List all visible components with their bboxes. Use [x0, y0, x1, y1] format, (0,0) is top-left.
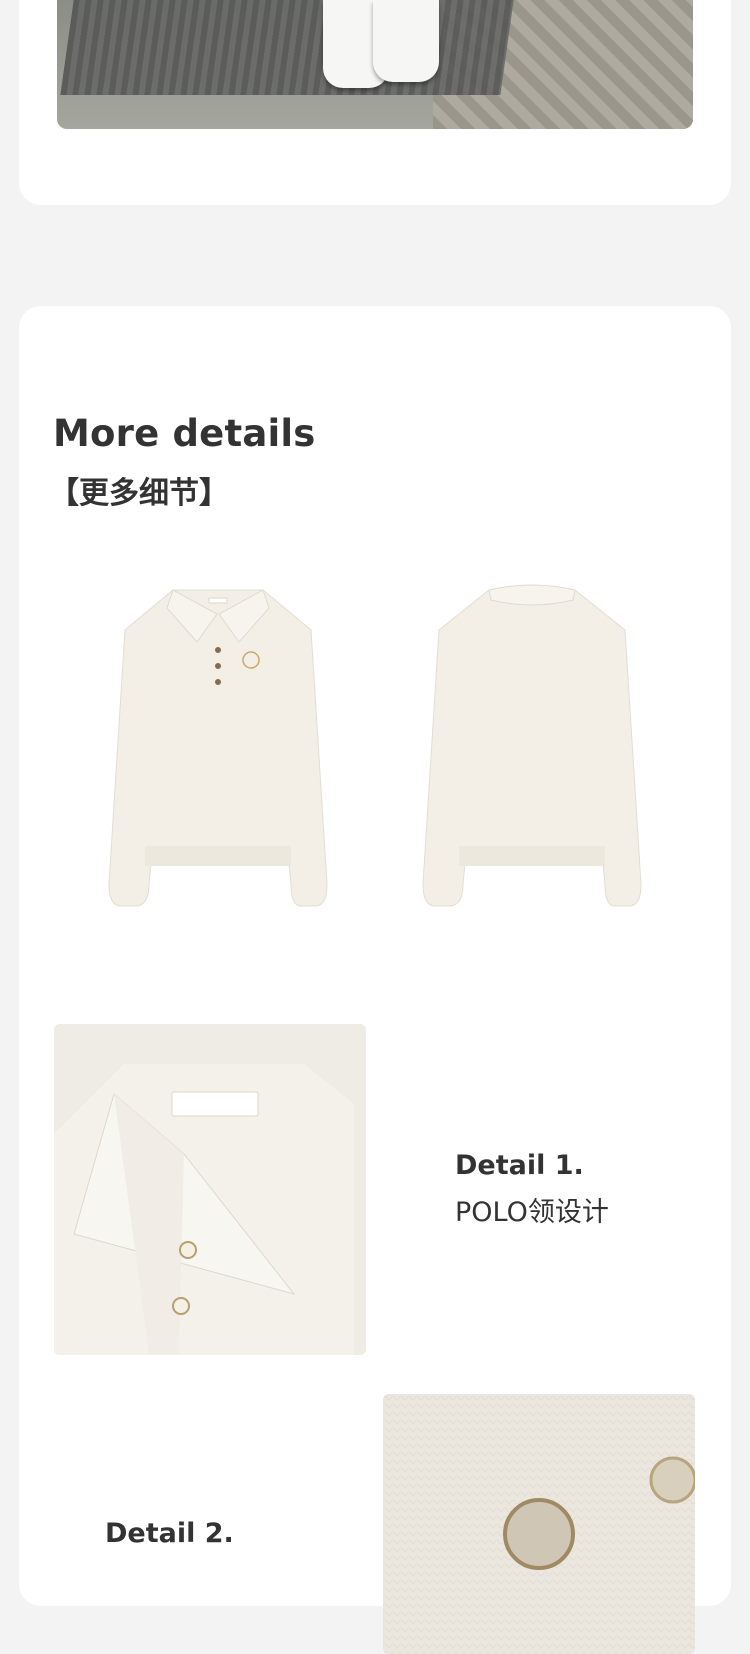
sweater-back-image: [422, 584, 642, 907]
more-details-card: More details 【更多细节】 Detail 1. POLO领设计 De…: [19, 306, 731, 1654]
detail-collar-photo: [54, 1024, 366, 1355]
detail-1-description: POLO领设计: [455, 1197, 609, 1228]
model-shoes-photo: [57, 0, 693, 129]
detail-1-title: Detail 1.: [455, 1150, 584, 1181]
detail-button-photo: [383, 1394, 695, 1654]
sweater-front-image: [108, 589, 328, 907]
section-subtitle: 【更多细节】: [49, 476, 229, 511]
top-image-card: [19, 0, 731, 205]
detail-2-title: Detail 2.: [105, 1518, 234, 1549]
sneaker-right: [373, 0, 439, 82]
floor-mat: [60, 0, 514, 95]
section-title: More details: [53, 412, 316, 455]
